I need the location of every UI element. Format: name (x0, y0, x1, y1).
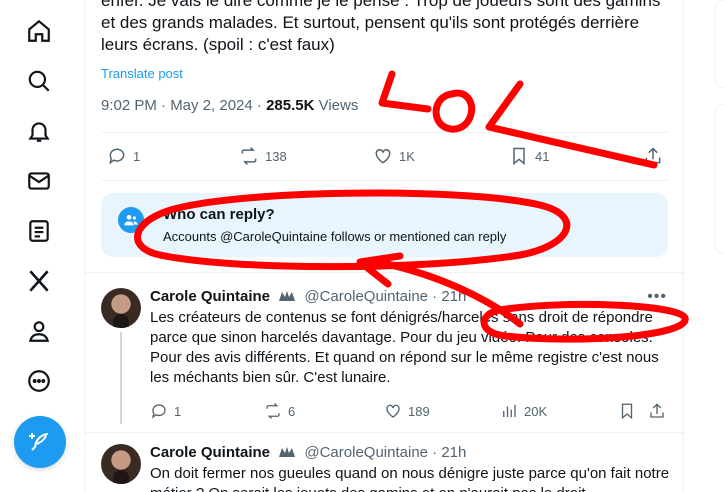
bookmark-count: 41 (535, 148, 550, 164)
person-icon[interactable] (22, 314, 56, 348)
repost-icon (266, 403, 280, 419)
views-count: 20K (524, 403, 548, 419)
repost-icon (241, 147, 257, 165)
author-name[interactable]: Carole Quintaine (150, 444, 270, 461)
divider (101, 132, 668, 133)
compose-button[interactable] (14, 416, 66, 468)
like-button[interactable]: 1K (373, 146, 415, 166)
share-icon (650, 403, 664, 418)
reply-count: 1 (174, 403, 182, 419)
like-button[interactable]: 189 (384, 402, 430, 420)
post-text-line: leurs écrans. (spoil : c'est faux) (101, 35, 335, 54)
affiliate-badge-icon (279, 447, 296, 457)
heart-icon (386, 404, 400, 418)
post-text-line: et des grands malades. Et surtout, pense… (101, 13, 640, 32)
like-count: 1K (399, 148, 415, 164)
author-name[interactable]: Carole Quintaine (150, 288, 270, 305)
sidebar-card (714, 0, 724, 88)
reply-count: 1 (133, 148, 141, 164)
translate-post-link[interactable]: Translate post (101, 66, 183, 81)
reply-icon (109, 148, 125, 165)
reply-icon (151, 404, 166, 419)
who-can-reply-subtitle: Accounts @CaroleQuintaine follows or men… (163, 229, 507, 244)
avatar[interactable] (101, 288, 141, 328)
divider (85, 272, 685, 273)
divider (101, 180, 668, 181)
post-timestamp[interactable]: 9:02 PM · May 2, 2024 · (101, 97, 266, 114)
heart-icon (375, 148, 391, 164)
search-icon[interactable] (22, 64, 56, 98)
reply-text: Les créateurs de contenus se font dénigr… (150, 309, 659, 386)
share-button[interactable] (643, 146, 663, 166)
repost-count: 138 (265, 148, 287, 164)
home-icon[interactable] (22, 14, 56, 48)
sidebar-card (714, 104, 724, 254)
bell-icon[interactable] (22, 114, 56, 148)
repost-button[interactable]: 138 (239, 146, 287, 166)
reply-header: Carole Quintaine @CaroleQuintaine · 21h (150, 288, 466, 305)
repost-count: 6 (288, 403, 296, 419)
affiliate-badge-icon (279, 291, 296, 301)
reply-post[interactable]: Carole Quintaine @CaroleQuintaine · 21h … (85, 444, 685, 492)
bookmark-button[interactable]: 41 (509, 146, 549, 166)
share-icon (645, 147, 661, 164)
views-count: 285.5K (266, 97, 315, 114)
x-logo-icon[interactable] (22, 264, 56, 298)
post-text-line: enfer. Je vais le dire comme je le pense… (101, 0, 661, 10)
like-count: 189 (408, 403, 430, 419)
reply-header: Carole Quintaine @CaroleQuintaine · 21h (150, 444, 466, 461)
views-label: Views (314, 97, 359, 114)
left-nav (0, 0, 78, 492)
bookmark-icon (621, 403, 633, 420)
reply-text: On doit fermer nos gueules quand on nous… (150, 465, 670, 492)
who-can-reply-box: Who can reply? Accounts @CaroleQuintaine… (101, 193, 668, 257)
post-meta: 9:02 PM · May 2, 2024 · 285.5K Views (101, 97, 358, 114)
post-text: enfer. Je vais le dire comme je le pense… (101, 0, 671, 56)
timeline-column: enfer. Je vais le dire comme je le pense… (84, 0, 685, 492)
bookmark-button[interactable] (618, 402, 636, 420)
feather-plus-icon (29, 433, 49, 451)
people-icon (118, 207, 144, 233)
bookmark-icon (513, 147, 525, 166)
more-circle-icon[interactable] (22, 364, 56, 398)
thread-line (120, 332, 122, 424)
more-options-icon[interactable]: ••• (647, 288, 667, 306)
who-can-reply-title: Who can reply? (163, 206, 275, 223)
analytics-icon (503, 405, 516, 417)
reply-button[interactable]: 1 (107, 146, 140, 166)
author-handle[interactable]: @CaroleQuintaine · 21h (304, 288, 466, 305)
reply-post[interactable]: Carole Quintaine @CaroleQuintaine · 21h … (85, 288, 685, 424)
right-sidebar (714, 0, 724, 492)
post-actions: 1 138 1K 41 (101, 146, 669, 170)
author-handle[interactable]: @CaroleQuintaine · 21h (304, 444, 466, 461)
views-button[interactable]: 20K (500, 402, 547, 420)
share-button[interactable] (648, 402, 666, 420)
divider (85, 432, 685, 433)
mail-icon[interactable] (22, 164, 56, 198)
reply-actions: 1 6 189 20K (150, 402, 670, 422)
reply-button[interactable]: 1 (150, 402, 181, 420)
list-icon[interactable] (22, 214, 56, 248)
repost-button[interactable]: 6 (264, 402, 295, 420)
avatar[interactable] (101, 444, 141, 484)
